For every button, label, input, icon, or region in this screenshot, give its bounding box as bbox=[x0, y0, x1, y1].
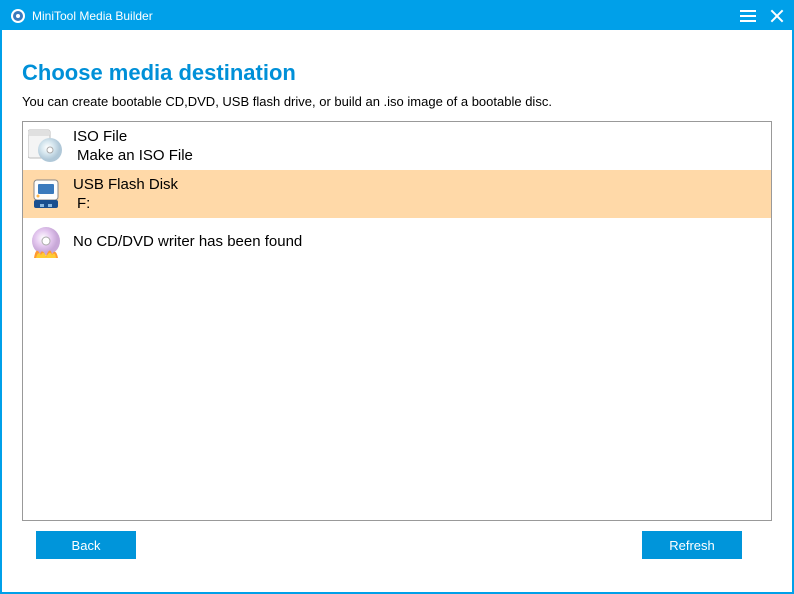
close-icon[interactable] bbox=[770, 9, 784, 23]
option-subtitle: Make an ISO File bbox=[73, 146, 193, 166]
dvd-fire-icon bbox=[27, 223, 65, 261]
footer-buttons: Back Refresh bbox=[22, 521, 772, 559]
option-title: USB Flash Disk bbox=[73, 175, 178, 195]
option-text: USB Flash Disk F: bbox=[73, 175, 178, 214]
option-title: No CD/DVD writer has been found bbox=[73, 232, 302, 252]
option-text: No CD/DVD writer has been found bbox=[73, 232, 302, 252]
menu-icon[interactable] bbox=[740, 10, 756, 22]
app-icon bbox=[10, 8, 26, 24]
usb-icon bbox=[27, 175, 65, 213]
page-subtitle: You can create bootable CD,DVD, USB flas… bbox=[22, 94, 772, 109]
option-text: ISO File Make an ISO File bbox=[73, 127, 193, 166]
media-option-list: ISO File Make an ISO File USB Flash Disk… bbox=[22, 121, 772, 521]
window-title: MiniTool Media Builder bbox=[32, 9, 740, 23]
option-cd-dvd[interactable]: No CD/DVD writer has been found bbox=[23, 218, 771, 266]
option-subtitle: F: bbox=[73, 194, 178, 214]
page-title: Choose media destination bbox=[22, 60, 772, 86]
disc-iso-icon bbox=[27, 127, 65, 165]
back-button[interactable]: Back bbox=[36, 531, 136, 559]
option-usb-flash[interactable]: USB Flash Disk F: bbox=[23, 170, 771, 218]
option-title: ISO File bbox=[73, 127, 193, 147]
content-area: Choose media destination You can create … bbox=[2, 30, 792, 573]
refresh-button[interactable]: Refresh bbox=[642, 531, 742, 559]
option-iso-file[interactable]: ISO File Make an ISO File bbox=[23, 122, 771, 170]
title-bar[interactable]: MiniTool Media Builder bbox=[2, 2, 792, 30]
